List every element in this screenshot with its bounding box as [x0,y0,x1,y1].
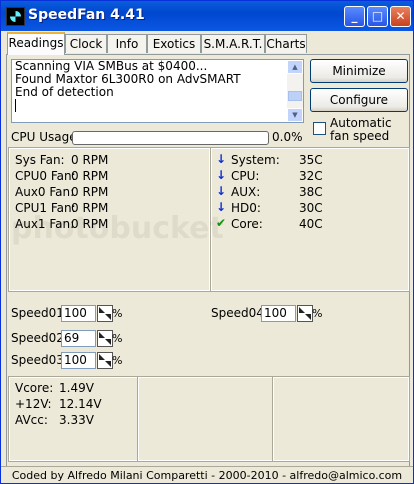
log-scrollbar[interactable]: ▲ ▼ [287,60,303,122]
minimize-icon: _ [351,9,358,23]
tab-clock[interactable]: Clock [65,34,107,53]
speed03-input[interactable]: 100 [61,352,96,369]
text-cursor [15,99,16,112]
fan-value: 0 RPM [71,153,109,167]
fan-row: Sys Fan: 0 RPM [15,153,108,167]
temp-value: 40C [299,217,323,231]
voltage-row: Vcore: 1.49V [15,381,94,395]
cpu-usage-bar [72,131,269,145]
tab-charts[interactable]: Charts [265,34,307,53]
fan-value: 0 RPM [71,185,109,199]
tab-smart[interactable]: S.M.A.R.T. [201,34,265,53]
voltage-row: +12V: 12.14V [15,397,102,411]
detection-log[interactable]: Scanning VIA SMBus at $0400... Found Max… [11,59,304,123]
fan-value: 0 RPM [71,201,109,215]
speed02-input[interactable]: 69 [61,330,96,347]
fan-value: 0 RPM [71,217,109,231]
speed02-label: Speed02: [11,331,68,345]
speed04-stepper[interactable]: 100 [261,305,315,322]
close-icon: ✕ [395,9,406,23]
fan-label: CPU1 Fan: [15,201,76,215]
scroll-up-icon[interactable]: ▲ [287,60,303,74]
voltage-value: 3.33V [59,413,94,427]
spin-updown-icon[interactable] [97,330,113,347]
fan-label: Aux0 Fan: [15,185,75,199]
percent-sign: % [112,354,123,367]
cpu-usage-percent: 0.0% [272,130,303,144]
configure-button[interactable]: Configure [310,88,408,112]
maximize-icon: □ [371,9,384,23]
temp-value: 38C [299,185,323,199]
percent-sign: % [312,307,323,320]
arrow-down-icon: ↓ [216,168,227,182]
fan-label: CPU0 Fan: [15,169,76,183]
voltage-value: 1.49V [59,381,94,395]
spin-updown-icon[interactable] [97,305,113,322]
status-bar: Coded by Alfredo Milani Comparetti - 200… [1,466,413,484]
scroll-down-icon[interactable]: ▼ [287,108,303,122]
checkmark-icon: ✔ [216,216,227,230]
tab-readings[interactable]: Readings [7,32,65,55]
minimize-window-button[interactable]: _ [344,6,365,27]
window-title: SpeedFan 4.41 [28,7,145,23]
speed03-label: Speed03: [11,353,68,367]
temp-value: 32C [299,169,323,183]
fan-label: Sys Fan: [15,153,65,167]
cpu-usage-label: CPU Usage [11,130,77,144]
temp-label: System: [231,153,280,167]
speed03-stepper[interactable]: 100 [61,352,115,369]
speed02-stepper[interactable]: 69 [61,330,115,347]
temp-label: HD0: [231,201,261,215]
speed04-label: Speed04: [211,306,268,320]
spin-updown-icon[interactable] [97,352,113,369]
arrow-down-icon: ↓ [216,200,227,214]
automatic-fan-speed-label: Automatic fan speed [330,116,392,143]
temp-value: 30C [299,201,323,215]
temp-label: Core: [231,217,263,231]
voltage-label: AVcc: [15,413,48,427]
speed04-input[interactable]: 100 [261,305,296,322]
voltage-value: 12.14V [59,397,102,411]
close-window-button[interactable]: ✕ [390,6,411,27]
title-bar[interactable]: SpeedFan 4.41 _ □ ✕ [1,1,413,31]
spin-updown-icon[interactable] [297,305,313,322]
fan-row: Aux0 Fan: 0 RPM [15,185,108,199]
tab-info[interactable]: Info [107,34,147,53]
automatic-fan-speed-checkbox[interactable] [313,122,326,135]
voltages-box-2 [137,376,274,462]
app-fan-icon [6,7,25,26]
voltages-box-3 [272,376,410,462]
fan-label: Aux1 Fan: [15,217,75,231]
speed01-label: Speed01: [11,306,68,320]
speed01-stepper[interactable]: 100 [61,305,115,322]
speedfan-window: SpeedFan 4.41 _ □ ✕ Readings Clock Info … [0,0,414,484]
voltage-row: AVcc: 3.33V [15,413,94,427]
voltage-label: Vcore: [15,381,54,395]
voltage-label: +12V: [15,397,52,411]
tab-exotics[interactable]: Exotics [147,34,201,53]
fan-row: CPU0 Fan: 0 RPM [15,169,108,183]
fan-row: Aux1 Fan: 0 RPM [15,217,108,231]
maximize-window-button[interactable]: □ [367,6,388,27]
temp-label: CPU: [231,169,260,183]
log-line: End of detection [15,85,114,99]
scroll-thumb[interactable] [288,91,302,101]
temp-value: 35C [299,153,323,167]
fan-value: 0 RPM [71,169,109,183]
arrow-down-icon: ↓ [216,152,227,166]
fan-row: CPU1 Fan: 0 RPM [15,201,108,215]
percent-sign: % [112,307,123,320]
percent-sign: % [112,332,123,345]
temp-label: AUX: [231,185,261,199]
speed01-input[interactable]: 100 [61,305,96,322]
arrow-down-icon: ↓ [216,184,227,198]
minimize-button[interactable]: Minimize [310,59,408,83]
